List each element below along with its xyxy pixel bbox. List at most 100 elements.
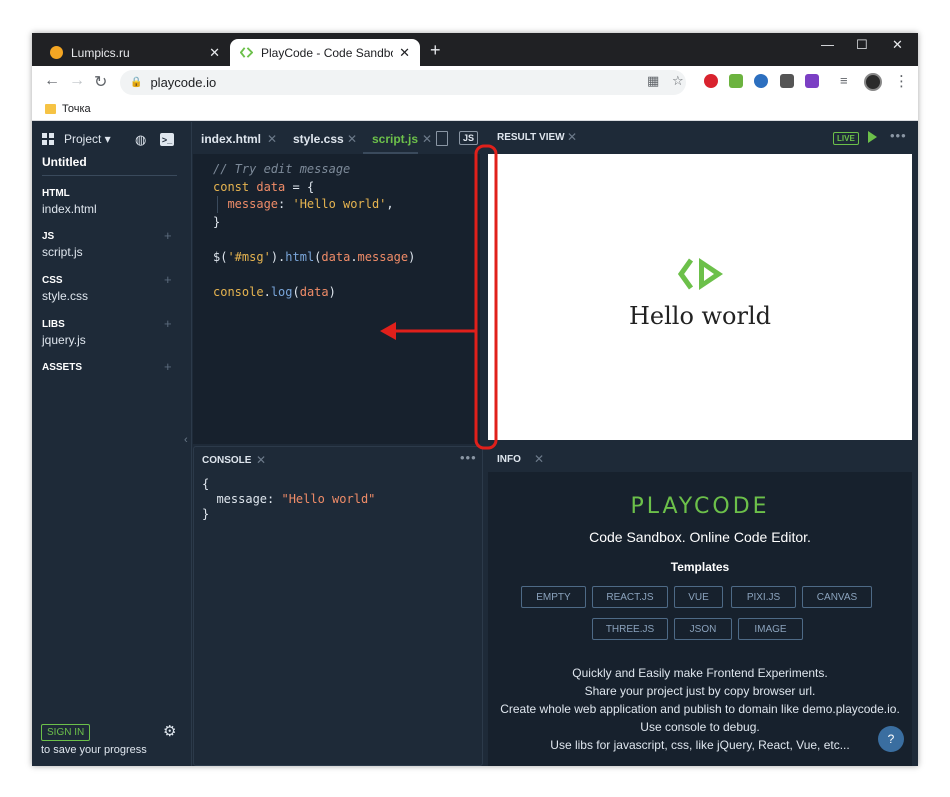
close-tab-icon[interactable]: ✕ — [422, 132, 432, 146]
console-menu-icon[interactable]: ••• — [460, 450, 477, 465]
template-three-button[interactable]: THREE.JS — [592, 618, 668, 640]
purple-extension-icon[interactable] — [805, 74, 819, 88]
code-line: } — [213, 215, 220, 229]
address-bar: ← → ↻ 🔒 playcode.io ▦ ☆ ≡ ⋮ — [32, 66, 918, 99]
code-line: console.log(data) — [213, 285, 336, 299]
reload-icon[interactable]: ↻ — [94, 72, 107, 92]
sign-in-button[interactable]: SIGN IN — [41, 724, 91, 741]
language-badge[interactable]: JS — [459, 131, 479, 145]
help-button[interactable]: ? — [878, 726, 904, 752]
play-icon[interactable] — [868, 131, 877, 143]
minimize-icon[interactable]: — — [821, 37, 834, 52]
result-header: RESULT VIEW ✕ LIVE ••• — [488, 122, 918, 154]
template-json-button[interactable]: JSON — [674, 618, 732, 640]
console-value: "Hello world" — [281, 492, 376, 506]
close-tab-icon[interactable]: ✕ — [399, 45, 410, 61]
music-extension-icon[interactable] — [729, 74, 743, 88]
globe-icon[interactable]: ◍ — [135, 132, 146, 148]
playcode-logo-icon — [677, 258, 723, 290]
reading-list-icon[interactable]: ≡ — [840, 73, 848, 88]
file-jquery-js[interactable]: jquery.js — [42, 333, 86, 347]
template-vue-button[interactable]: VUE — [674, 586, 723, 608]
bookmark-item[interactable]: Точка — [62, 103, 91, 115]
section-html-header: HTML — [42, 188, 70, 199]
forward-icon[interactable]: → — [69, 72, 85, 90]
avatar[interactable] — [864, 73, 882, 91]
code-token: , — [386, 197, 394, 211]
template-pixi-button[interactable]: PIXI.JS — [731, 586, 796, 608]
code-token: = { — [285, 179, 315, 194]
document-icon[interactable] — [436, 131, 448, 146]
tab-title: Lumpics.ru — [71, 45, 130, 60]
lock-icon: 🔒 — [130, 77, 143, 88]
code-token: const — [213, 179, 257, 194]
tab-index-html[interactable]: index.html — [201, 132, 261, 146]
code-editor[interactable]: // Try edit message const data = { messag… — [193, 154, 480, 444]
project-name[interactable]: Untitled — [42, 155, 87, 169]
code-line: const data = { — [213, 180, 314, 194]
tab-style-css[interactable]: style.css — [293, 132, 344, 146]
template-empty-button[interactable]: EMPTY — [521, 586, 586, 608]
playcode-subtitle: Code Sandbox. Online Code Editor. — [589, 529, 811, 545]
close-tab-icon[interactable]: ✕ — [267, 132, 277, 146]
add-css-icon[interactable]: + — [164, 272, 172, 287]
close-window-icon[interactable]: ✕ — [892, 37, 903, 53]
collapse-sidebar-icon[interactable]: ‹ — [184, 434, 188, 446]
terminal-icon[interactable]: >_ — [160, 133, 174, 146]
more-menu-icon[interactable]: ⋮ — [894, 72, 909, 90]
section-assets-header: ASSETS — [42, 362, 83, 373]
close-info-icon[interactable]: ✕ — [534, 452, 544, 466]
folder-icon — [45, 104, 56, 114]
template-canvas-button[interactable]: CANVAS — [802, 586, 872, 608]
gear-icon[interactable]: ⚙ — [163, 722, 176, 740]
project-menu[interactable]: Project ▾ — [42, 132, 111, 146]
template-image-button[interactable]: IMAGE — [738, 618, 803, 640]
info-line: Create whole web application and publish… — [500, 702, 900, 716]
close-result-icon[interactable]: ✕ — [567, 130, 577, 144]
code-token: 'Hello world' — [292, 197, 387, 211]
code-token: data — [299, 284, 329, 299]
template-react-button[interactable]: REACT.JS — [592, 586, 668, 608]
code-token: message — [357, 249, 409, 264]
add-lib-icon[interactable]: + — [164, 316, 172, 331]
maximize-icon[interactable]: ☐ — [856, 37, 868, 53]
result-menu-icon[interactable]: ••• — [890, 128, 907, 143]
section-js-header: JS — [42, 231, 55, 242]
code-token: // Try edit message — [213, 162, 351, 176]
console-key: message: — [202, 492, 282, 506]
grid-icon — [42, 133, 54, 145]
code-line: message: 'Hello world', — [213, 197, 394, 211]
code-token: console — [213, 284, 264, 299]
tab-script-js[interactable]: script.js — [372, 132, 418, 146]
browser-tab-playcode[interactable]: PlayCode - Code Sandbox. Onlin ✕ — [230, 39, 420, 66]
close-console-icon[interactable]: ✕ — [256, 453, 266, 467]
browser-window: Lumpics.ru ✕ PlayCode - Code Sandbox. On… — [32, 33, 918, 766]
star-icon[interactable]: ☆ — [672, 73, 684, 89]
browser-tab-lumpics[interactable]: Lumpics.ru ✕ — [40, 39, 230, 66]
cube-extension-icon[interactable] — [780, 74, 794, 88]
code-token: message — [213, 197, 279, 211]
new-tab-icon[interactable]: + — [430, 40, 441, 61]
file-style-css[interactable]: style.css — [42, 289, 88, 303]
code-token: html — [285, 249, 315, 264]
file-script-js[interactable]: script.js — [42, 245, 83, 259]
vpn-extension-icon[interactable] — [754, 74, 768, 88]
info-title: INFO — [497, 454, 521, 465]
opera-extension-icon[interactable] — [704, 74, 718, 88]
file-index-html[interactable]: index.html — [42, 202, 97, 216]
console-title: CONSOLE — [202, 455, 252, 466]
close-tab-icon[interactable]: ✕ — [209, 45, 220, 61]
live-badge[interactable]: LIVE — [833, 132, 859, 145]
translate-icon[interactable]: ▦ — [647, 73, 659, 89]
back-icon[interactable]: ← — [44, 72, 60, 90]
add-js-icon[interactable]: + — [164, 228, 172, 243]
tab-title: PlayCode - Code Sandbox. Onlin — [261, 45, 393, 60]
code-token: : — [278, 197, 293, 211]
url-field[interactable]: 🔒 playcode.io — [120, 70, 686, 95]
add-asset-icon[interactable]: + — [164, 359, 172, 374]
bookmarks-bar: Точка — [32, 99, 918, 121]
code-token: } — [213, 214, 221, 229]
close-tab-icon[interactable]: ✕ — [347, 132, 357, 146]
code-token: ( — [292, 284, 300, 299]
code-token: ). — [270, 249, 286, 264]
